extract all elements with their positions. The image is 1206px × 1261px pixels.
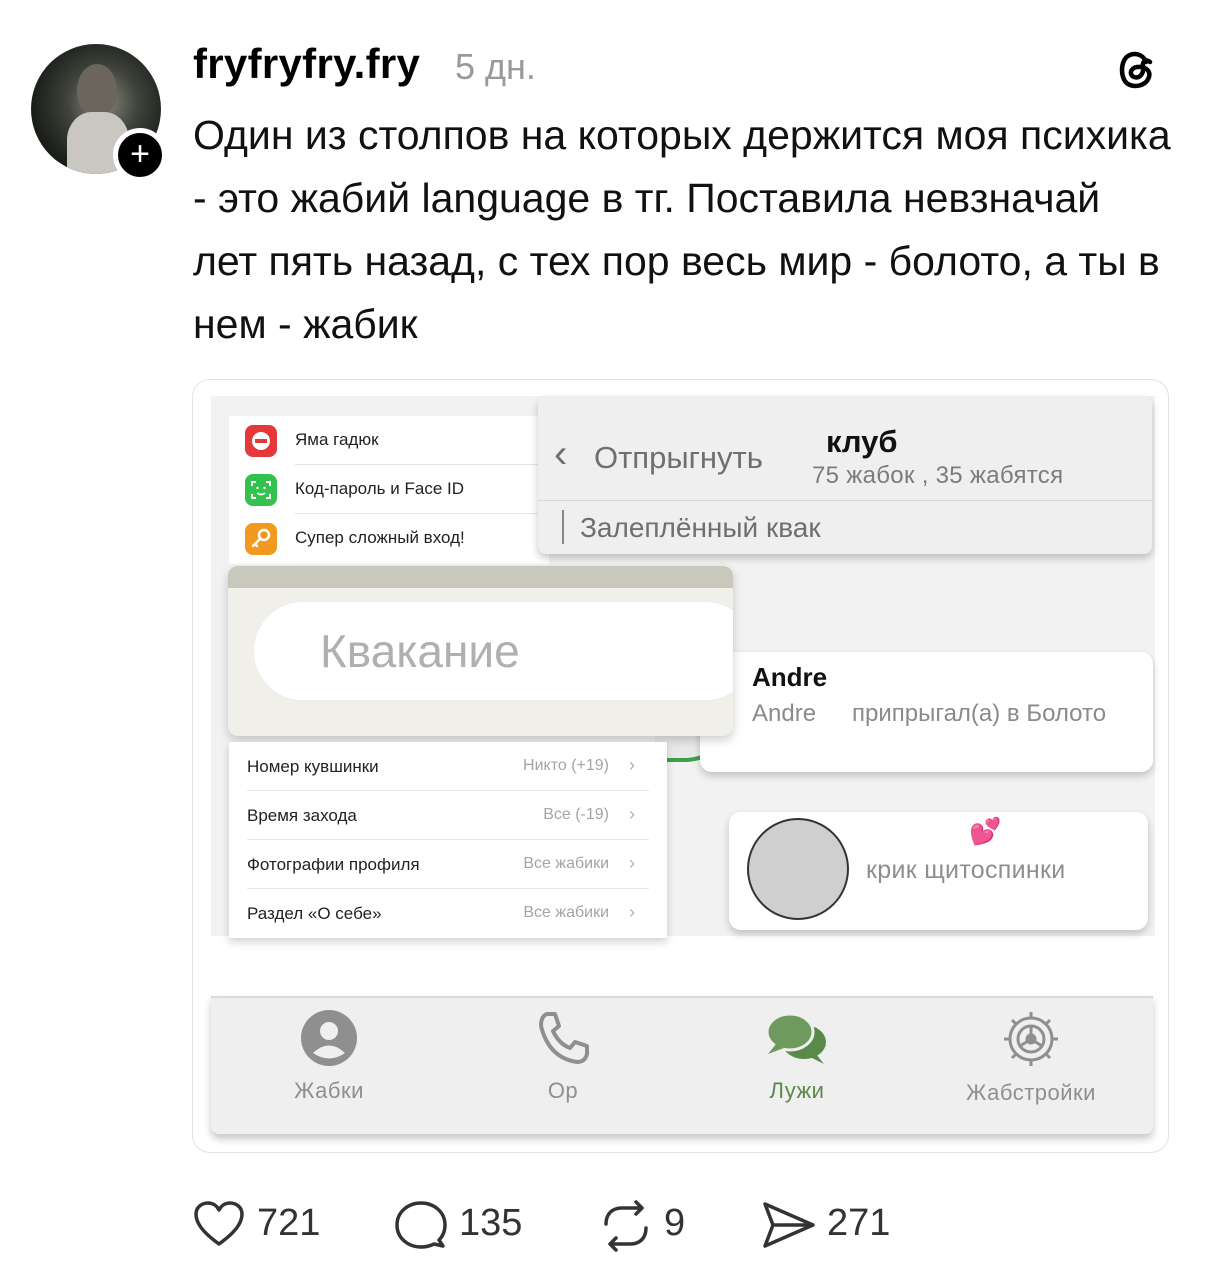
chat-list-item[interactable]: 💕 крик щитоспинки bbox=[729, 812, 1148, 930]
tab-calls[interactable]: Ор bbox=[463, 1008, 663, 1128]
join-message-card[interactable]: Andre Andre припрыгал(а) в Болото bbox=[700, 652, 1153, 772]
hearts-icon: 💕 bbox=[969, 816, 1002, 846]
pinned-message[interactable]: Залеплённый квак bbox=[580, 512, 821, 544]
face-id-icon bbox=[245, 474, 277, 506]
repost-icon bbox=[604, 1200, 648, 1252]
settings-row-label: Фотографии профиля bbox=[247, 855, 420, 874]
key-icon bbox=[245, 523, 277, 555]
settings-row[interactable]: Время захода Все (-19) › bbox=[229, 791, 667, 840]
settings-row-value: Никто (+19) bbox=[523, 757, 609, 774]
privacy-item[interactable]: Яма гадюк bbox=[229, 416, 549, 465]
privacy-item[interactable]: Супер сложный вход! bbox=[229, 514, 549, 563]
repost-count: 9 bbox=[664, 1202, 686, 1244]
comment-bubble-icon bbox=[395, 1201, 447, 1249]
privacy-settings-list: Номер кувшинки Никто (+19) › Время заход… bbox=[229, 742, 667, 938]
tab-label: Жабстройки bbox=[966, 1080, 1096, 1105]
chat-header: ‹ Отпрыгнуть клуб 75 жабок , 35 жабятся … bbox=[538, 396, 1152, 554]
privacy-item-label: Яма гадюк bbox=[295, 430, 379, 449]
search-panel: Квакание bbox=[228, 566, 733, 736]
tab-label: Лужи bbox=[769, 1078, 825, 1103]
send-icon bbox=[763, 1202, 815, 1248]
chat-title[interactable]: клуб bbox=[826, 424, 898, 460]
settings-row[interactable]: Номер кувшинки Никто (+19) › bbox=[229, 742, 667, 791]
settings-row-label: Номер кувшинки bbox=[247, 757, 379, 776]
message-author: Andre bbox=[752, 662, 828, 692]
search-panel-topbar bbox=[228, 566, 733, 588]
post-time: 5 дн. bbox=[455, 46, 536, 87]
share-count: 271 bbox=[827, 1202, 891, 1244]
settings-row-value: Все жабики bbox=[523, 855, 609, 872]
avatar-figure-head bbox=[77, 64, 117, 116]
chat-bubbles-icon bbox=[765, 1012, 826, 1064]
avatar bbox=[747, 818, 849, 920]
privacy-item-label: Супер сложный вход! bbox=[295, 528, 465, 547]
divider bbox=[538, 500, 1152, 501]
chat-name: крик щитоспинки bbox=[866, 856, 1066, 884]
chat-subtitle: 75 жабок , 35 жабятся bbox=[812, 462, 1064, 489]
back-button[interactable]: Отпрыгнуть bbox=[594, 440, 763, 476]
tab-label: Ор bbox=[547, 1078, 579, 1103]
post-text: Один из столпов на которых держится моя … bbox=[193, 112, 1171, 347]
settings-row[interactable]: Раздел «О себе» Все жабики › bbox=[229, 889, 667, 938]
person-circle-icon bbox=[301, 1010, 357, 1066]
settings-row[interactable]: Фотографии профиля Все жабики › bbox=[229, 840, 667, 889]
settings-row-label: Раздел «О себе» bbox=[247, 904, 382, 923]
message-text: припрыгал(а) в Болото bbox=[852, 700, 1107, 727]
chevron-right-icon: › bbox=[629, 755, 635, 775]
pinned-indicator bbox=[562, 510, 564, 544]
heart-icon bbox=[194, 1201, 244, 1246]
search-input[interactable]: Квакание bbox=[254, 602, 733, 700]
chevron-right-icon: › bbox=[629, 853, 635, 873]
minus-circle-icon bbox=[245, 425, 277, 457]
settings-row-label: Время захода bbox=[247, 806, 357, 825]
chevron-right-icon: › bbox=[629, 804, 635, 824]
gear-icon bbox=[1004, 1012, 1058, 1066]
message-user: Andre bbox=[752, 700, 817, 727]
follow-button[interactable]: + bbox=[113, 128, 167, 182]
post-actions: 721 135 9 271 bbox=[193, 1196, 1093, 1252]
settings-row-value: Все (-19) bbox=[543, 806, 609, 823]
threads-logo-icon[interactable] bbox=[1110, 44, 1162, 96]
tab-bar: Жабки Ор Лужи Жабстройки bbox=[211, 996, 1153, 1134]
username[interactable]: fryfryfry.fry bbox=[193, 40, 420, 88]
privacy-item-label: Код-пароль и Face ID bbox=[295, 479, 464, 498]
like-count: 721 bbox=[257, 1202, 321, 1244]
search-placeholder: Квакание bbox=[320, 625, 520, 677]
privacy-list: Яма гадюк Код-пароль и Face ID Супер сло… bbox=[229, 416, 549, 564]
privacy-item[interactable]: Код-пароль и Face ID bbox=[229, 465, 549, 514]
chevron-right-icon: › bbox=[629, 902, 635, 922]
phone-icon bbox=[539, 1012, 589, 1064]
comment-count: 135 bbox=[459, 1202, 523, 1244]
tab-chats[interactable]: Лужи bbox=[697, 1008, 897, 1128]
settings-row-value: Все жабики bbox=[523, 904, 609, 921]
tab-label: Жабки bbox=[294, 1078, 364, 1103]
tab-settings[interactable]: Жабстройки bbox=[931, 1008, 1131, 1128]
tab-contacts[interactable]: Жабки bbox=[229, 1008, 429, 1128]
chevron-left-icon[interactable]: ‹ bbox=[554, 434, 567, 474]
